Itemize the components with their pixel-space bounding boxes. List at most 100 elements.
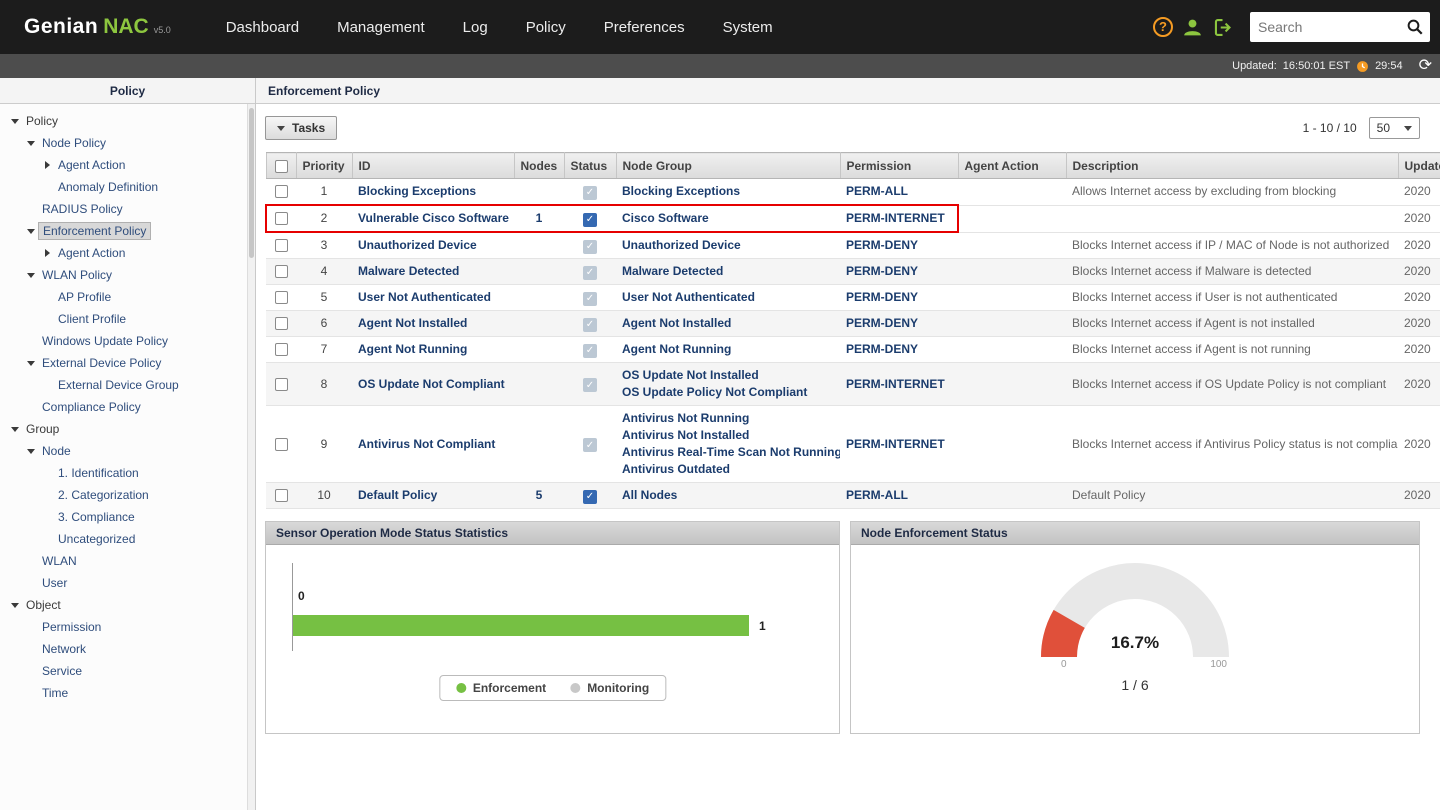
search-icon[interactable]	[1406, 18, 1424, 36]
policy-id-link[interactable]: Default Policy	[358, 488, 437, 502]
node-group-link[interactable]: Antivirus Not Installed	[622, 428, 749, 442]
tree-down-arrow-icon[interactable]	[8, 423, 22, 436]
policy-id-link[interactable]: Malware Detected	[358, 264, 459, 278]
tree-item-wlan[interactable]: WLAN	[0, 550, 255, 572]
row-select-checkbox[interactable]	[274, 291, 288, 305]
tree-item-agent-action[interactable]: Agent Action	[0, 242, 255, 264]
col-header-permission[interactable]: Permission	[840, 152, 959, 179]
row-select-checkbox[interactable]	[274, 437, 288, 451]
node-group-link[interactable]: User Not Authenticated	[622, 290, 755, 304]
policy-id-link[interactable]: Agent Not Running	[358, 342, 467, 356]
node-group-link[interactable]: Cisco Software	[622, 211, 709, 225]
tree-item-permission[interactable]: Permission	[0, 616, 255, 638]
tree-item-wlan-policy[interactable]: WLAN Policy	[0, 264, 255, 286]
node-group-link[interactable]: Antivirus Real-Time Scan Not Running	[622, 445, 840, 459]
tree-down-arrow-icon[interactable]	[24, 357, 38, 370]
row-select-checkbox[interactable]	[274, 343, 288, 357]
policy-id-link[interactable]: Vulnerable Cisco Software	[358, 211, 509, 225]
permission-link[interactable]: PERM-ALL	[846, 488, 908, 502]
tree-item-anomaly-definition[interactable]: Anomaly Definition	[0, 176, 255, 198]
select-all-checkbox[interactable]	[274, 159, 288, 173]
tree-item-group[interactable]: Group	[0, 418, 255, 440]
nav-item-policy[interactable]: Policy	[507, 19, 585, 36]
status-checkbox[interactable]: ✓	[583, 212, 597, 227]
tree-item-uncategorized[interactable]: Uncategorized	[0, 528, 255, 550]
nav-item-dashboard[interactable]: Dashboard	[207, 19, 318, 36]
node-group-link[interactable]: Agent Not Running	[622, 342, 731, 356]
legend-item-monitoring[interactable]: Monitoring	[570, 681, 649, 695]
permission-link[interactable]: PERM-DENY	[846, 264, 918, 278]
tree-down-arrow-icon[interactable]	[8, 115, 22, 128]
tree-item-time[interactable]: Time	[0, 682, 255, 704]
sidebar-scrollbar-thumb[interactable]	[249, 108, 254, 258]
tree-item-2-categorization[interactable]: 2. Categorization	[0, 484, 255, 506]
node-group-link[interactable]: Agent Not Installed	[622, 316, 731, 330]
tree-item-user[interactable]: User	[0, 572, 255, 594]
policy-id-link[interactable]: Blocking Exceptions	[358, 184, 476, 198]
col-header-agent_action[interactable]: Agent Action	[958, 152, 1067, 179]
nodes-count-link[interactable]: 1	[536, 211, 543, 225]
tasks-button[interactable]: Tasks	[265, 116, 338, 140]
row-select-checkbox[interactable]	[274, 317, 288, 331]
refresh-icon[interactable]: ⟳	[1419, 58, 1432, 74]
node-group-link[interactable]: Antivirus Not Running	[622, 411, 749, 425]
col-header-node_group[interactable]: Node Group	[616, 152, 841, 179]
tree-item-windows-update-policy[interactable]: Windows Update Policy	[0, 330, 255, 352]
tree-item-node[interactable]: Node	[0, 440, 255, 462]
policy-id-link[interactable]: OS Update Not Compliant	[358, 377, 505, 391]
row-select-checkbox[interactable]	[274, 239, 288, 253]
policy-id-link[interactable]: Unauthorized Device	[358, 238, 477, 252]
legend-item-enforcement[interactable]: Enforcement	[455, 681, 546, 695]
tree-item-object[interactable]: Object	[0, 594, 255, 616]
policy-id-link[interactable]: Antivirus Not Compliant	[358, 437, 495, 451]
tree-right-arrow-icon[interactable]	[40, 161, 54, 169]
row-select-checkbox[interactable]	[274, 265, 288, 279]
permission-link[interactable]: PERM-DENY	[846, 342, 918, 356]
tree-item-3-compliance[interactable]: 3. Compliance	[0, 506, 255, 528]
nav-item-preferences[interactable]: Preferences	[585, 19, 704, 36]
col-header-nodes[interactable]: Nodes	[514, 152, 565, 179]
tree-down-arrow-icon[interactable]	[24, 269, 38, 282]
tree-down-arrow-icon[interactable]	[24, 137, 38, 150]
policy-id-link[interactable]: Agent Not Installed	[358, 316, 467, 330]
user-icon[interactable]	[1182, 17, 1203, 38]
node-group-link[interactable]: OS Update Policy Not Compliant	[622, 385, 807, 399]
nav-item-management[interactable]: Management	[318, 19, 444, 36]
col-header-id[interactable]: ID	[352, 152, 515, 179]
page-size-select[interactable]: 50	[1368, 117, 1420, 139]
tree-item-1-identification[interactable]: 1. Identification	[0, 462, 255, 484]
brand-logo[interactable]: Genian NAC v5.0	[24, 15, 171, 39]
tree-item-enforcement-policy[interactable]: Enforcement Policy	[0, 220, 255, 242]
permission-link[interactable]: PERM-DENY	[846, 238, 918, 252]
col-header-status[interactable]: Status	[564, 152, 617, 179]
permission-link[interactable]: PERM-INTERNET	[846, 437, 945, 451]
node-group-link[interactable]: All Nodes	[622, 488, 677, 502]
help-icon[interactable]: ?	[1153, 17, 1173, 37]
col-header-description[interactable]: Description	[1066, 152, 1399, 179]
node-group-link[interactable]: Unauthorized Device	[622, 238, 741, 252]
node-group-link[interactable]: OS Update Not Installed	[622, 368, 759, 382]
row-select-checkbox[interactable]	[275, 212, 288, 226]
search-input[interactable]	[1258, 19, 1406, 35]
tree-item-ap-profile[interactable]: AP Profile	[0, 286, 255, 308]
status-checkbox[interactable]: ✓	[583, 489, 597, 504]
node-group-link[interactable]: Antivirus Outdated	[622, 462, 730, 476]
permission-link[interactable]: PERM-DENY	[846, 316, 918, 330]
tree-item-radius-policy[interactable]: RADIUS Policy	[0, 198, 255, 220]
tree-item-service[interactable]: Service	[0, 660, 255, 682]
tree-item-compliance-policy[interactable]: Compliance Policy	[0, 396, 255, 418]
nodes-count-link[interactable]: 5	[536, 488, 543, 502]
tree-item-external-device-group[interactable]: External Device Group	[0, 374, 255, 396]
row-select-checkbox[interactable]	[274, 185, 288, 199]
policy-id-link[interactable]: User Not Authenticated	[358, 290, 491, 304]
node-group-link[interactable]: Blocking Exceptions	[622, 184, 740, 198]
tree-right-arrow-icon[interactable]	[40, 249, 54, 257]
tree-item-network[interactable]: Network	[0, 638, 255, 660]
permission-link[interactable]: PERM-INTERNET	[846, 377, 945, 391]
row-select-checkbox[interactable]	[274, 377, 288, 391]
tree-item-node-policy[interactable]: Node Policy	[0, 132, 255, 154]
nav-item-system[interactable]: System	[704, 19, 792, 36]
tree-down-arrow-icon[interactable]	[24, 445, 38, 458]
nav-item-log[interactable]: Log	[444, 19, 507, 36]
col-header-updated[interactable]: Updated	[1398, 152, 1440, 179]
